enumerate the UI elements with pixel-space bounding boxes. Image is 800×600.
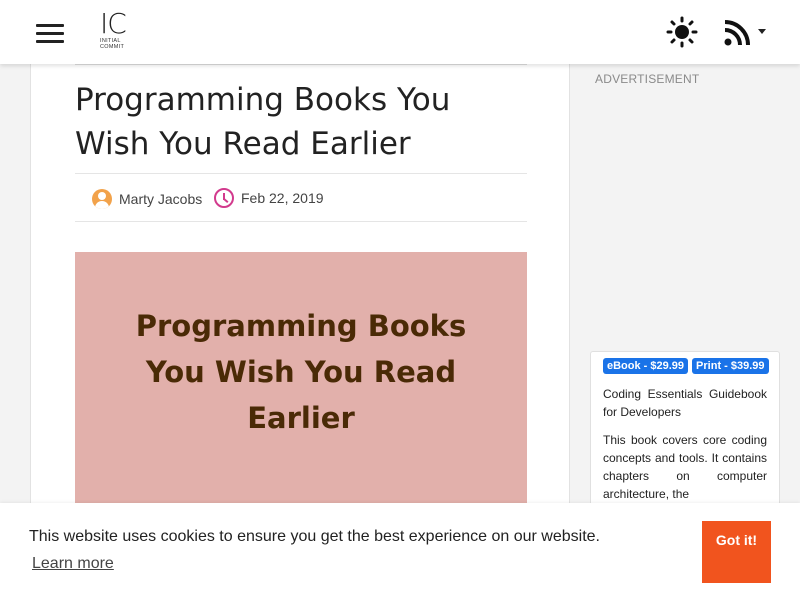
logo-line-2: COMMIT	[100, 44, 125, 50]
author[interactable]: Marty Jacobs	[92, 188, 202, 210]
publish-date: Feb 22, 2019	[214, 187, 324, 209]
site-logo[interactable]: IC INITIAL COMMIT	[100, 10, 132, 54]
advertisement-label: ADVERTISEMENT	[595, 72, 700, 86]
rss-icon	[724, 20, 750, 46]
ebook-price-badge[interactable]: eBook - $29.99	[603, 358, 689, 374]
rss-feed-dropdown[interactable]	[724, 20, 772, 46]
book-description: This book covers core coding concepts an…	[603, 433, 767, 501]
date-text: Feb 22, 2019	[241, 190, 324, 206]
price-badges: eBook - $29.99 Print - $39.99	[603, 358, 769, 374]
logo-mark: IC	[100, 7, 127, 40]
print-price-badge[interactable]: Print - $39.99	[692, 358, 769, 374]
hero-image-text: Programming Books You Wish You Read Earl…	[135, 309, 467, 435]
book-title[interactable]: Coding Essentials Guidebook for Develope…	[603, 385, 767, 421]
top-navbar: IC INITIAL COMMIT	[0, 0, 800, 64]
author-name: Marty Jacobs	[119, 191, 203, 207]
cookie-message: This website uses cookies to ensure you …	[29, 528, 600, 545]
article-meta: Marty Jacobs Feb 22, 2019	[75, 173, 527, 222]
article-title: Programming Books You Wish You Read Earl…	[75, 82, 451, 162]
sun-icon[interactable]	[666, 16, 698, 48]
divider	[75, 64, 527, 65]
learn-more-link[interactable]: Learn more	[32, 555, 114, 573]
hero-image: Programming Books You Wish You Read Earl…	[75, 252, 527, 512]
book-ad-card[interactable]: eBook - $29.99 Print - $39.99 Coding Ess…	[590, 351, 780, 521]
chevron-down-icon	[758, 29, 766, 34]
hamburger-menu-icon[interactable]	[36, 24, 64, 44]
clock-icon	[214, 188, 234, 208]
user-avatar-icon	[92, 189, 112, 209]
cookie-consent-banner: This website uses cookies to ensure you …	[0, 503, 800, 600]
accept-cookies-button[interactable]: Got it!	[702, 521, 771, 583]
